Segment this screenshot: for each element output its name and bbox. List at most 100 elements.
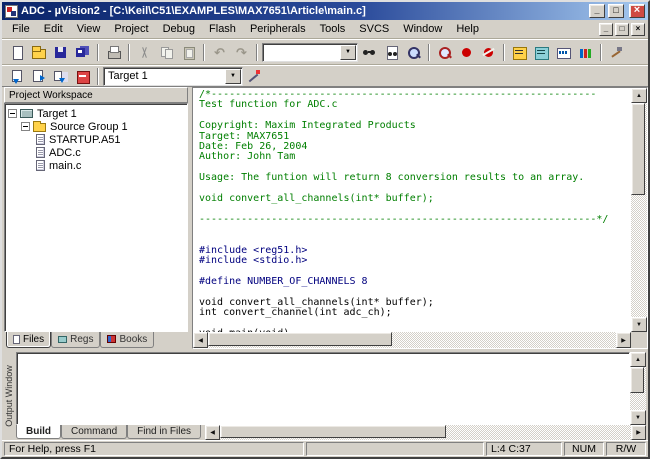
tab-files[interactable]: Files: [6, 332, 51, 348]
mdi-minimize-button[interactable]: _: [599, 23, 613, 36]
collapse-icon[interactable]: [8, 109, 17, 118]
tree-item-main-c[interactable]: main.c: [6, 159, 186, 172]
tree-item-source-group-1[interactable]: Source Group 1: [6, 120, 186, 133]
build-toolbar: Target 1 ▼: [2, 65, 648, 87]
serial-window-icon[interactable]: [553, 43, 574, 62]
menu-file[interactable]: File: [5, 21, 37, 37]
menu-help[interactable]: Help: [449, 21, 486, 37]
menu-debug[interactable]: Debug: [156, 21, 202, 37]
tab-find-in-files[interactable]: Find in Files: [127, 425, 201, 439]
tab-command[interactable]: Command: [61, 425, 127, 439]
build-icon[interactable]: [28, 67, 49, 86]
tree-item-label: Target 1: [37, 108, 77, 120]
output-horizontal-scrollbar[interactable]: ◀ ▶: [205, 425, 646, 440]
save-all-icon[interactable]: [72, 43, 93, 62]
new-file-icon[interactable]: [6, 43, 27, 62]
scrollbar-track[interactable]: [220, 425, 631, 440]
scroll-down-icon[interactable]: ▼: [630, 410, 646, 425]
tree-item-startup-a51[interactable]: STARTUP.A51: [6, 133, 186, 146]
output-window: Output Window ▲ ▼ Build Command Find in …: [2, 352, 648, 440]
start-debug-icon[interactable]: [434, 43, 455, 62]
code-line: Usage: The funtion will return 8 convers…: [199, 173, 631, 183]
print-icon[interactable]: [103, 43, 124, 62]
toolbar-separator: [503, 44, 505, 61]
tree-item-adc-c[interactable]: ADC.c: [6, 146, 186, 159]
scroll-right-icon[interactable]: ▶: [616, 332, 631, 348]
build-output-content[interactable]: [16, 352, 630, 425]
copy-icon[interactable]: [156, 43, 177, 62]
memory-window-icon[interactable]: [531, 43, 552, 62]
scrollbar-thumb[interactable]: [208, 332, 392, 346]
toolbar-separator: [428, 44, 430, 61]
open-icon[interactable]: [28, 43, 49, 62]
menu-flash[interactable]: Flash: [202, 21, 243, 37]
menu-peripherals[interactable]: Peripherals: [243, 21, 313, 37]
editor-horizontal-scrollbar[interactable]: ◀ ▶: [193, 332, 631, 348]
code-line: ----------------------------------------…: [199, 215, 631, 225]
scrollbar-thumb[interactable]: [631, 103, 645, 195]
combo-dropdown-icon[interactable]: ▼: [340, 45, 356, 60]
menu-tools[interactable]: Tools: [313, 21, 353, 37]
code-line: Test function for ADC.c: [199, 100, 631, 110]
combo-dropdown-icon[interactable]: ▼: [225, 69, 241, 84]
find-in-files-icon[interactable]: [381, 43, 402, 62]
stop-build-icon[interactable]: [72, 67, 93, 86]
kill-breakpoints-icon[interactable]: [478, 43, 499, 62]
save-icon[interactable]: [50, 43, 71, 62]
scrollbar-track[interactable]: [631, 103, 647, 317]
menu-svcs[interactable]: SVCS: [352, 21, 396, 37]
menu-edit[interactable]: Edit: [37, 21, 70, 37]
menu-project[interactable]: Project: [107, 21, 155, 37]
project-tree[interactable]: Target 1 Source Group 1 STARTUP.A51 ADC.…: [4, 103, 188, 332]
cut-icon[interactable]: [134, 43, 155, 62]
title-bar[interactable]: ADC - µVision2 - [C:\Keil\C51\EXAMPLES\M…: [2, 2, 648, 20]
restore-button[interactable]: □: [608, 4, 624, 18]
target-select-value: Target 1: [104, 70, 225, 82]
minimize-button[interactable]: _: [589, 4, 605, 18]
redo-icon[interactable]: ↷: [231, 43, 252, 62]
scrollbar-track[interactable]: [208, 332, 616, 348]
code-line: int convert_channel(int adc_ch);: [199, 308, 631, 318]
target-options-icon[interactable]: [244, 67, 265, 86]
scroll-left-icon[interactable]: ◀: [205, 425, 220, 440]
scrollbar-thumb[interactable]: [220, 425, 446, 438]
insert-breakpoint-icon[interactable]: [456, 43, 477, 62]
close-button[interactable]: ×: [629, 4, 645, 18]
scroll-down-icon[interactable]: ▼: [631, 317, 647, 332]
undo-icon[interactable]: ↶: [209, 43, 230, 62]
paste-icon[interactable]: [178, 43, 199, 62]
scroll-right-icon[interactable]: ▶: [631, 425, 646, 440]
output-vertical-scrollbar[interactable]: ▲ ▼: [630, 352, 646, 425]
menu-view[interactable]: View: [70, 21, 108, 37]
translate-icon[interactable]: [6, 67, 27, 86]
scrollbar-track[interactable]: [630, 367, 646, 410]
performance-analyzer-icon[interactable]: [575, 43, 596, 62]
watch-window-icon[interactable]: [509, 43, 530, 62]
tab-label: Regs: [70, 334, 93, 345]
scroll-up-icon[interactable]: ▲: [631, 88, 647, 103]
editor-vertical-scrollbar[interactable]: ▲ ▼: [631, 88, 647, 332]
tree-item-target-1[interactable]: Target 1: [6, 107, 186, 120]
target-select-combo[interactable]: Target 1 ▼: [103, 67, 243, 86]
incremental-find-icon[interactable]: [403, 43, 424, 62]
scrollbar-thumb[interactable]: [630, 367, 644, 393]
mdi-restore-button[interactable]: □: [615, 23, 629, 36]
collapse-icon[interactable]: [21, 122, 30, 131]
mdi-close-button[interactable]: ×: [631, 23, 645, 36]
tab-regs[interactable]: Regs: [51, 332, 100, 348]
options-icon[interactable]: [606, 43, 627, 62]
status-bar: For Help, press F1 L:4 C:37 NUM R/W: [2, 440, 648, 457]
status-spacer: [306, 442, 484, 456]
tab-build[interactable]: Build: [16, 425, 61, 439]
app-icon[interactable]: [5, 5, 18, 18]
scroll-up-icon[interactable]: ▲: [630, 352, 646, 367]
code-editor[interactable]: /*--------------------------------------…: [193, 88, 631, 332]
scroll-left-icon[interactable]: ◀: [193, 332, 208, 348]
rebuild-all-icon[interactable]: [50, 67, 71, 86]
find-combo[interactable]: ▼: [262, 43, 358, 62]
menu-window[interactable]: Window: [396, 21, 449, 37]
output-main: ▲ ▼ Build Command Find in Files ◀ ▶: [16, 352, 646, 440]
tab-books[interactable]: Books: [100, 332, 154, 348]
output-window-label: Output Window: [4, 365, 14, 427]
find-icon[interactable]: [359, 43, 380, 62]
